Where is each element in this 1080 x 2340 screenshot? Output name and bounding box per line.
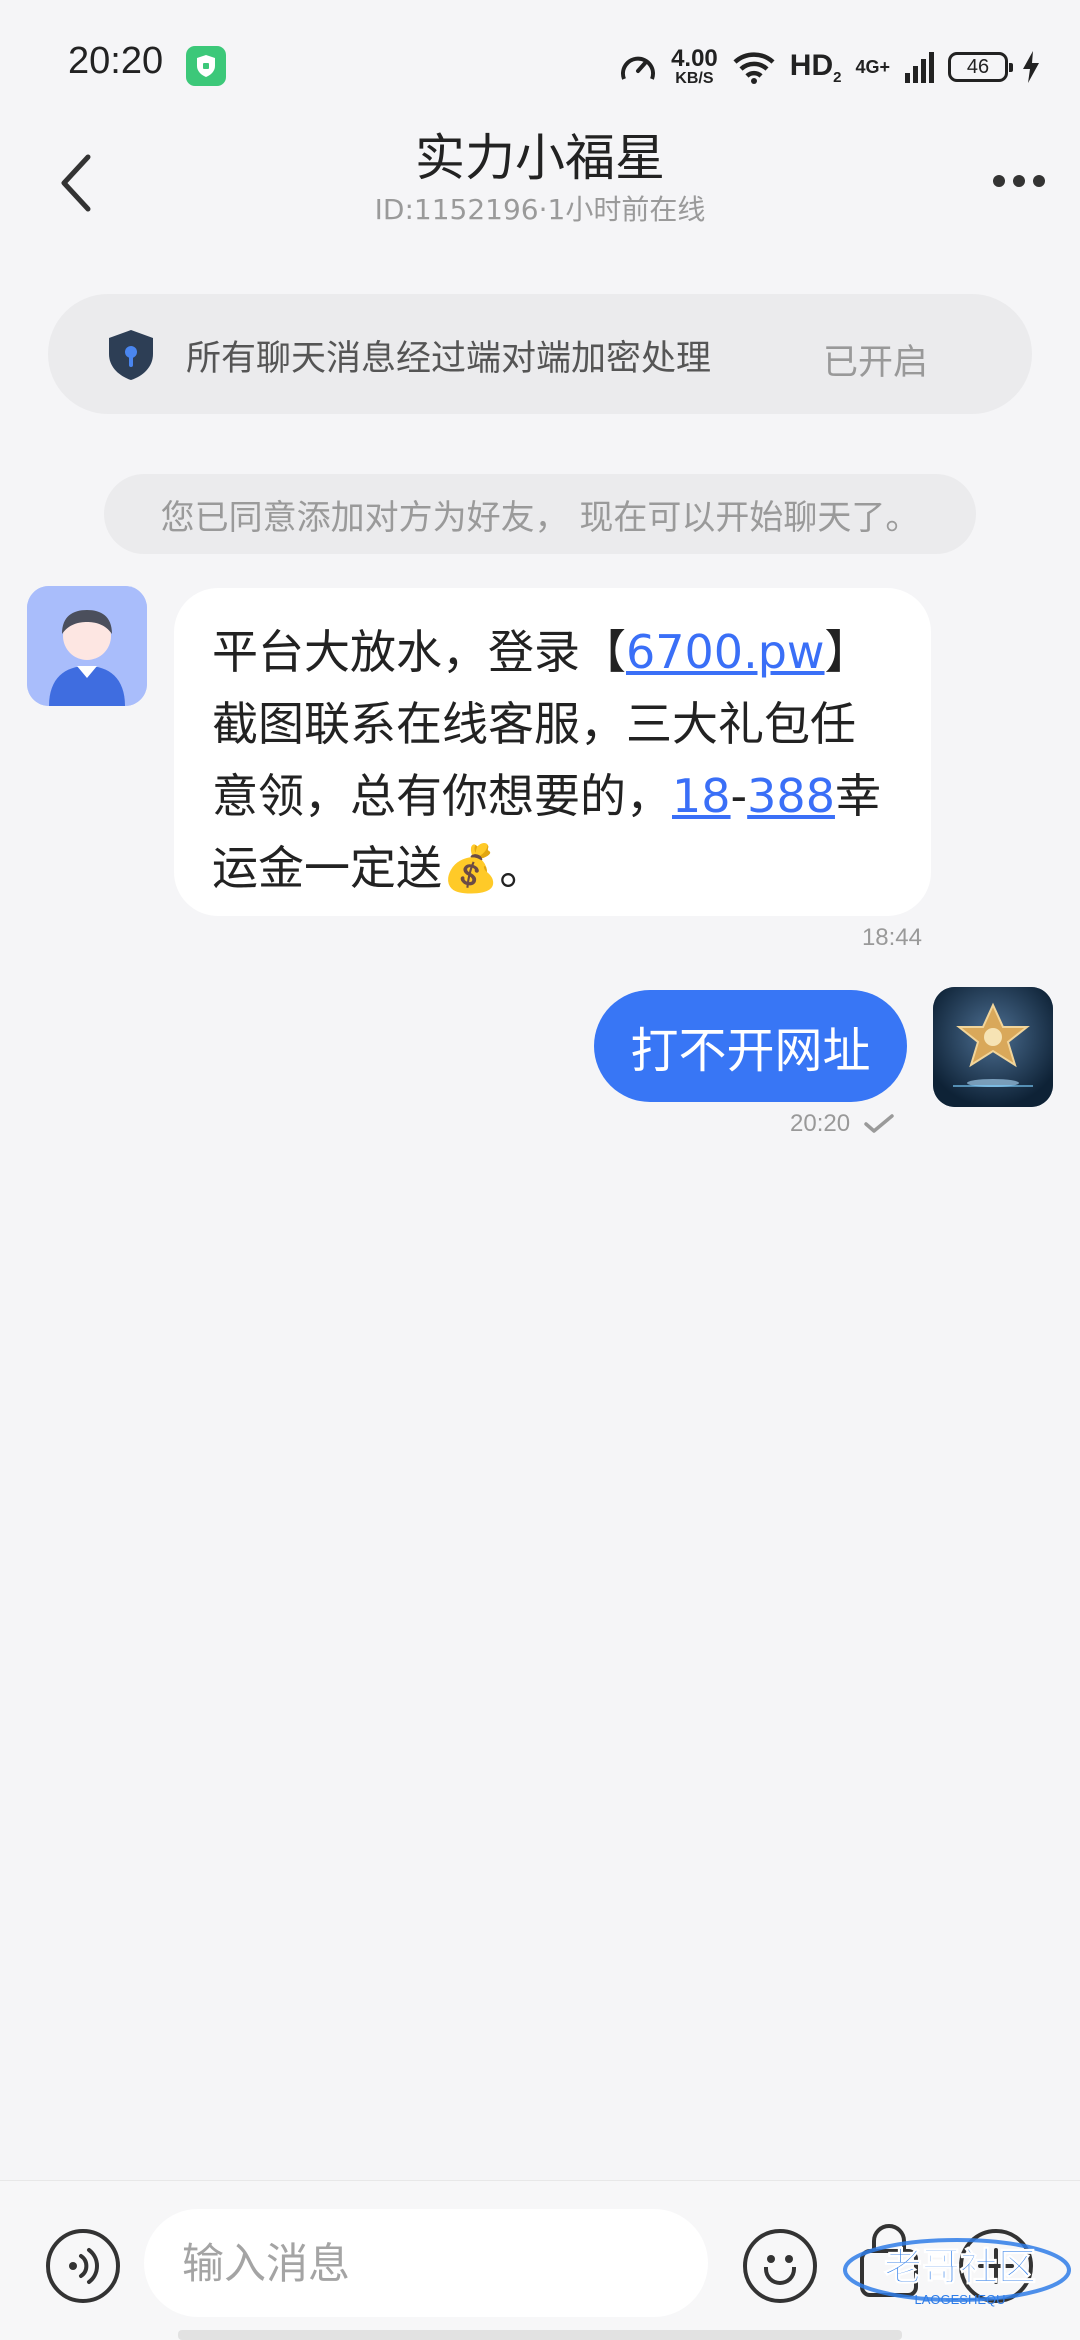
signal-icon <box>905 52 934 83</box>
chat-subtitle: ID:1152196·1小时前在线 <box>374 193 706 226</box>
default-user-icon <box>27 586 147 706</box>
message-meta: 20:20 <box>790 1110 894 1138</box>
voice-icon <box>69 2248 99 2284</box>
system-notice: 您已同意添加对方为好友， 现在可以开始聊天了。 <box>104 474 976 554</box>
status-time: 20:20 <box>68 40 164 82</box>
speedometer-icon <box>621 56 656 80</box>
shield-lock-icon <box>109 330 153 380</box>
emoji-button[interactable] <box>743 2229 817 2303</box>
message-text: 。 <box>499 841 546 895</box>
message-text: - <box>730 769 748 823</box>
site-watermark: 老哥社区 LAOGESHEQU <box>842 2230 1072 2310</box>
voice-input-button[interactable] <box>46 2229 120 2303</box>
emoji-eye-icon <box>785 2255 793 2263</box>
money-bag-icon: 💰 <box>442 841 500 895</box>
more-dot-icon <box>993 175 1005 187</box>
status-indicators: 4.00 KB/S HD2 4G+ 46 <box>619 42 1040 92</box>
watermark-text: 老哥社区 <box>884 2245 1036 2289</box>
encryption-banner[interactable]: 所有聊天消息经过端对端加密处理 已开启 <box>48 294 1032 414</box>
emblem-avatar-icon <box>933 987 1053 1107</box>
encryption-status: 已开启 <box>822 343 928 383</box>
more-options-button[interactable] <box>984 146 1054 216</box>
security-app-icon <box>186 46 226 86</box>
message-text: 平台大放水，登录【 <box>212 625 626 679</box>
contact-avatar[interactable] <box>27 586 147 706</box>
charging-icon <box>1023 51 1039 83</box>
emoji-eye-icon <box>767 2255 775 2263</box>
phone-link[interactable]: 18 <box>672 769 731 823</box>
watermark-subtext: LAOGESHEQU <box>914 2292 1005 2307</box>
my-avatar[interactable] <box>933 987 1053 1107</box>
incoming-message-bubble[interactable]: 平台大放水，登录【6700.pw】截图联系在线客服，三大礼包任意领，总有你想要的… <box>174 588 931 916</box>
message-link[interactable]: 6700.pw <box>626 625 825 679</box>
check-icon <box>864 1114 894 1133</box>
home-indicator <box>178 2330 902 2340</box>
network-speed: 4.00 KB/S <box>671 45 718 87</box>
wifi-icon <box>733 52 775 84</box>
encryption-text: 所有聊天消息经过端对端加密处理 <box>186 339 712 379</box>
chat-title: 实力小福星 <box>415 129 665 187</box>
more-dot-icon <box>1033 175 1045 187</box>
battery-indicator: 46 <box>948 52 1013 82</box>
outgoing-message-bubble[interactable]: 打不开网址 <box>594 990 907 1102</box>
message-input[interactable] <box>144 2209 708 2317</box>
message-timestamp: 18:44 <box>861 924 922 951</box>
chat-header: 实力小福星 ID:1152196·1小时前在线 <box>0 118 1080 238</box>
message-timestamp: 20:20 <box>790 1110 851 1137</box>
smile-icon <box>764 2267 796 2285</box>
hd-indicator: HD2 <box>789 48 842 86</box>
more-dot-icon <box>1013 175 1025 187</box>
phone-link[interactable]: 388 <box>747 769 835 823</box>
status-bar: 20:20 4.00 KB/S HD2 4G+ 46 <box>0 0 1080 130</box>
network-type: 4G+ <box>855 56 890 77</box>
message-text: 打不开网址 <box>630 1023 871 1079</box>
